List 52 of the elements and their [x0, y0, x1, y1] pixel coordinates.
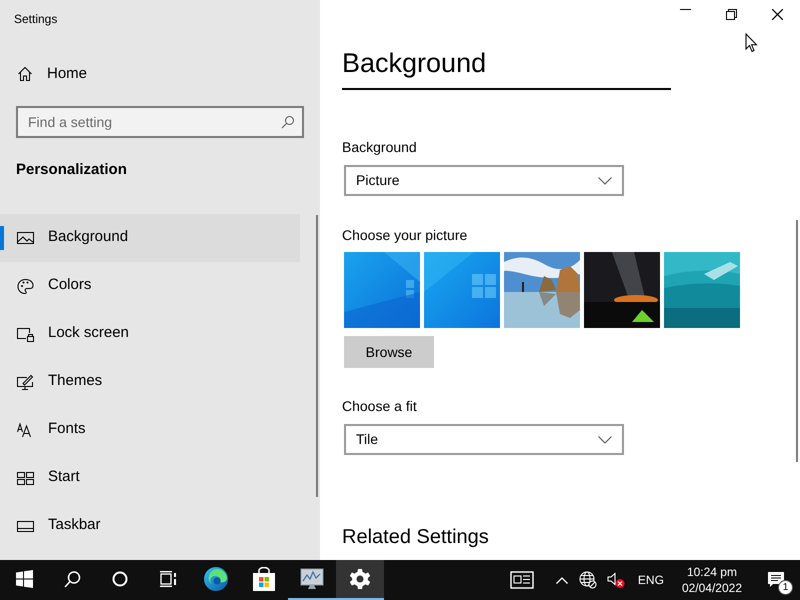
close-icon[interactable]: [772, 9, 782, 20]
picture-frame-icon: [17, 230, 34, 246]
lock-screen-icon: [17, 326, 34, 342]
notification-count: 1: [778, 580, 793, 595]
page-title: Background: [342, 46, 671, 90]
home-link[interactable]: Home: [0, 40, 320, 86]
browse-button[interactable]: Browse: [344, 336, 434, 368]
search-icon: [64, 570, 80, 588]
speaker-icon[interactable]: [606, 572, 625, 588]
home-icon: [17, 66, 33, 82]
browser-icon: [204, 567, 228, 591]
palette-icon: [17, 278, 34, 294]
field-label: Choose a fit: [342, 397, 418, 415]
restore-icon[interactable]: [726, 9, 736, 20]
section-heading: Related Settings: [342, 525, 490, 549]
monitor-chart-icon: [300, 567, 324, 591]
section-heading: Personalization: [15, 160, 128, 180]
nav-item[interactable]: Start: [0, 454, 300, 502]
nav-item[interactable]: Lock screen: [0, 310, 300, 358]
news-icon[interactable]: [510, 571, 534, 589]
window-title: Settings: [13, 11, 58, 28]
field-label: Choose your picture: [342, 226, 468, 244]
field-label: Background: [342, 138, 418, 156]
store-icon: [252, 567, 276, 591]
clock[interactable]: 10:24 pm 02/04/2022: [672, 560, 752, 600]
chevron-down-icon: [598, 176, 612, 184]
start-icon: [16, 570, 32, 588]
chevron-down-icon: [598, 436, 612, 444]
mouse-cursor-icon: [745, 33, 759, 53]
nav-item[interactable]: Themes: [0, 358, 300, 406]
circle-icon: [112, 571, 128, 587]
scrollbar[interactable]: [796, 220, 798, 462]
search-field[interactable]: Find a setting: [16, 106, 304, 138]
start-icon: [17, 470, 34, 486]
taskbar-button[interactable]: [336, 560, 384, 600]
fit-dropdown[interactable]: Tile: [344, 424, 624, 455]
nav-item[interactable]: Taskbar: [0, 502, 300, 550]
gear-icon: [350, 569, 370, 589]
search-icon: [281, 115, 295, 129]
language-indicator[interactable]: ENG: [630, 560, 672, 600]
task-view-icon: [160, 571, 176, 587]
scrollbar[interactable]: [316, 215, 318, 497]
minimize-icon[interactable]: [680, 9, 690, 10]
nav-item[interactable]: Fonts: [0, 406, 300, 454]
nav-item[interactable]: Colors: [0, 262, 300, 310]
fonts-icon: [17, 422, 34, 438]
chevron-up-icon[interactable]: [556, 576, 568, 584]
globe-icon[interactable]: [578, 571, 597, 589]
nav-item[interactable]: Background: [0, 214, 300, 262]
themes-icon: [17, 374, 34, 390]
background-dropdown[interactable]: Picture: [344, 165, 624, 196]
notifications-button[interactable]: 1: [752, 560, 800, 600]
